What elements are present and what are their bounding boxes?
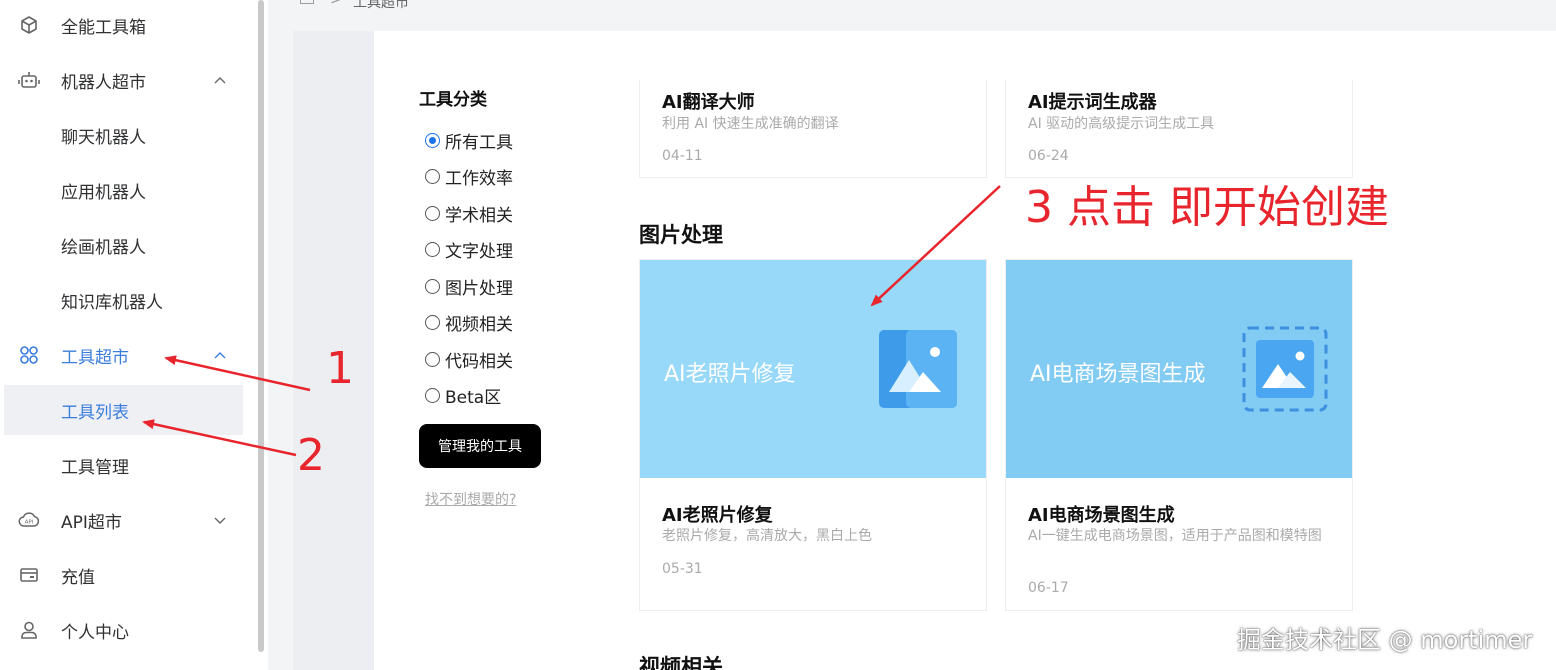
- sidebar-scrollbar[interactable]: [258, 0, 264, 652]
- card-date: 05-31: [662, 561, 703, 577]
- category-option-all[interactable]: 所有工具: [425, 128, 513, 153]
- sidebar-item-label: 聊天机器人: [61, 127, 146, 148]
- category-title: 工具分类: [419, 90, 487, 110]
- category-option-label: 视频相关: [445, 315, 513, 335]
- sidebar-item-label: 工具管理: [61, 457, 129, 478]
- category-option-beta[interactable]: Beta区: [425, 383, 501, 408]
- tool-card-old-photo[interactable]: AI老照片修复 AI老照片修复 老照片修复，高清放大，黑白上色 05-31: [639, 259, 987, 611]
- card-desc: 老照片修复，高清放大，黑白上色: [662, 528, 872, 544]
- sidebar-item-label: 全能工具箱: [61, 17, 146, 38]
- card-date: 04-11: [662, 148, 703, 164]
- chevron-down-icon: [214, 517, 226, 524]
- not-found-link[interactable]: 找不到想要的?: [425, 489, 516, 509]
- category-option-label: 所有工具: [445, 133, 513, 153]
- sidebar-item-chat-robot[interactable]: 聊天机器人: [0, 110, 250, 160]
- sidebar-item-app-robot[interactable]: 应用机器人: [0, 165, 250, 215]
- card-banner: AI老照片修复: [640, 260, 986, 478]
- category-option-video[interactable]: 视频相关: [425, 310, 513, 335]
- section-title-image: 图片处理: [639, 223, 723, 247]
- api-cloud-icon: API: [18, 509, 40, 531]
- category-option-label: 学术相关: [445, 206, 513, 226]
- sidebar-item-label: 机器人超市: [61, 72, 146, 93]
- radio-icon[interactable]: [425, 206, 440, 221]
- category-option-label: 图片处理: [445, 279, 513, 299]
- radio-icon[interactable]: [425, 242, 440, 257]
- card-desc: 利用 AI 快速生成准确的翻译: [662, 116, 839, 132]
- manage-my-tools-button[interactable]: 管理我的工具: [419, 424, 541, 468]
- card-desc: AI一键生成电商场景图，适用于产品图和模特图: [1028, 528, 1322, 544]
- card-desc: AI 驱动的高级提示词生成工具: [1028, 116, 1215, 132]
- radio-icon[interactable]: [425, 169, 440, 184]
- top-bar: [268, 0, 1556, 30]
- sidebar: 全能工具箱 机器人超市 聊天机器人 应用机器人 绘画机器人 知识库机器人 工具超…: [0, 0, 268, 670]
- card-title: AI电商场景图生成: [1028, 505, 1175, 526]
- sidebar-item-tool-manage[interactable]: 工具管理: [0, 440, 250, 490]
- sidebar-item-toolbox[interactable]: 全能工具箱: [0, 0, 250, 50]
- card-title: AI老照片修复: [662, 505, 773, 526]
- radio-icon[interactable]: [425, 315, 440, 330]
- sidebar-item-knowledge-robot[interactable]: 知识库机器人: [0, 275, 250, 325]
- sidebar-item-api-market[interactable]: API API超市: [0, 495, 250, 545]
- card-title: AI翻译大师: [662, 92, 755, 113]
- breadcrumb-separator: >: [330, 0, 342, 8]
- sidebar-item-label: 绘画机器人: [61, 237, 146, 258]
- sidebar-item-label: 应用机器人: [61, 182, 146, 203]
- sidebar-item-recharge[interactable]: 充值: [0, 550, 250, 600]
- dashed-image-icon: [1242, 326, 1328, 412]
- tool-card-translate[interactable]: AI翻译大师 利用 AI 快速生成准确的翻译 04-11: [639, 80, 987, 178]
- annotation-step1: 1: [326, 343, 354, 394]
- grid-icon: [18, 344, 40, 366]
- sidebar-item-label: 工具列表: [61, 402, 129, 423]
- radio-icon[interactable]: [425, 352, 440, 367]
- chevron-up-icon: [214, 352, 226, 359]
- radio-checked-icon[interactable]: [425, 133, 440, 148]
- sidebar-item-label: 知识库机器人: [61, 292, 163, 313]
- sidebar-item-label: 工具超市: [61, 347, 129, 368]
- category-option-productivity[interactable]: 工作效率: [425, 164, 513, 189]
- watermark: 掘金技术社区 @ mortimer: [1237, 626, 1533, 654]
- card-date: 06-17: [1028, 580, 1069, 596]
- tool-card-ecommerce-scene[interactable]: AI电商场景图生成 AI电商场景图生成 AI一键生成电商场景图，适用于产品图和模…: [1005, 259, 1353, 611]
- radio-icon[interactable]: [425, 279, 440, 294]
- svg-text:API: API: [25, 520, 34, 526]
- sidebar-item-robot-market[interactable]: 机器人超市: [0, 55, 250, 105]
- annotation-step2: 2: [297, 430, 325, 481]
- card-date: 06-24: [1028, 148, 1069, 164]
- chevron-up-icon: [214, 77, 226, 84]
- cube-icon: [18, 14, 40, 36]
- sidebar-item-draw-robot[interactable]: 绘画机器人: [0, 220, 250, 270]
- sidebar-item-profile[interactable]: 个人中心: [0, 605, 250, 655]
- annotation-step3: 3 点击 即开始创建: [1025, 182, 1389, 233]
- category-option-academic[interactable]: 学术相关: [425, 201, 513, 226]
- category-option-code[interactable]: 代码相关: [425, 347, 513, 372]
- category-option-label: 文字处理: [445, 242, 513, 262]
- category-option-label: Beta区: [445, 388, 502, 408]
- sidebar-item-label: 充值: [61, 567, 95, 588]
- user-icon: [18, 619, 40, 641]
- banner-text: AI老照片修复: [664, 362, 796, 387]
- sidebar-item-label: API超市: [61, 512, 122, 533]
- image-icon: [879, 330, 957, 408]
- radio-icon[interactable]: [425, 388, 440, 403]
- sidebar-item-tool-list[interactable]: 工具列表: [4, 385, 243, 435]
- breadcrumb-current: 工具超市: [353, 0, 409, 11]
- category-option-label: 工作效率: [445, 169, 513, 189]
- tool-card-prompt[interactable]: AI提示词生成器 AI 驱动的高级提示词生成工具 06-24: [1005, 80, 1353, 178]
- home-icon[interactable]: [300, 0, 314, 4]
- robot-icon: [18, 69, 40, 91]
- card-title: AI提示词生成器: [1028, 92, 1157, 113]
- category-option-label: 代码相关: [445, 352, 513, 372]
- banner-text: AI电商场景图生成: [1030, 362, 1206, 387]
- section-title-video: 视频相关: [639, 655, 723, 670]
- wallet-icon: [18, 564, 40, 586]
- category-option-image[interactable]: 图片处理: [425, 274, 513, 299]
- card-banner: AI电商场景图生成: [1006, 260, 1352, 478]
- sidebar-item-label: 个人中心: [61, 622, 129, 643]
- category-option-text[interactable]: 文字处理: [425, 237, 513, 262]
- sidebar-item-tool-market[interactable]: 工具超市: [0, 330, 250, 380]
